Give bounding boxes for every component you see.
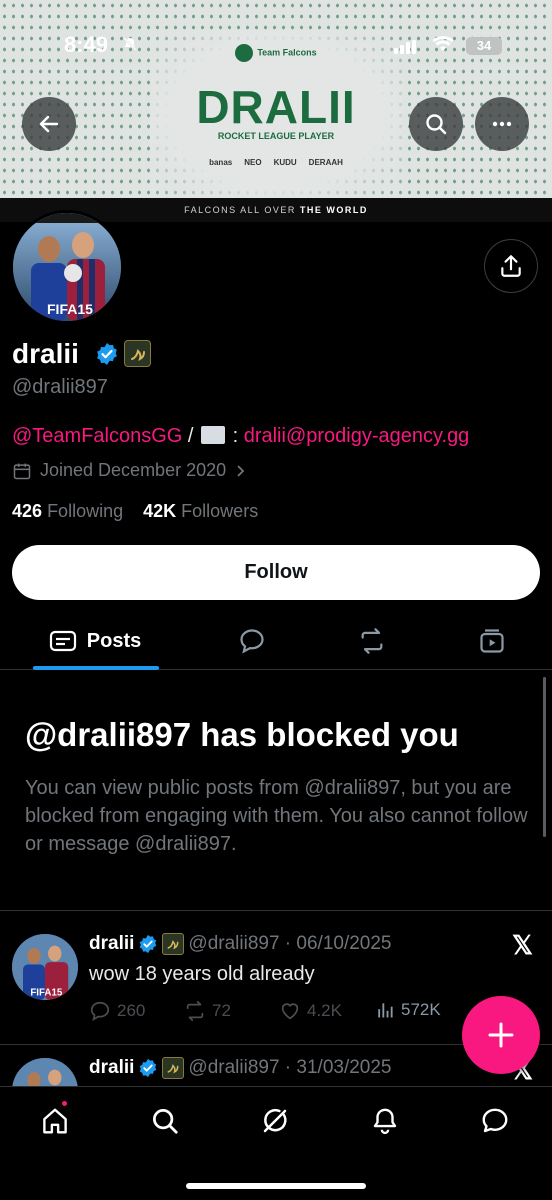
notification-dot (60, 1099, 69, 1108)
heart-icon (281, 1003, 299, 1020)
verified-badge-icon (140, 1058, 157, 1078)
divider (0, 910, 552, 911)
svg-text:FIFA15: FIFA15 (47, 301, 93, 317)
banner-role: ROCKET LEAGUE PLAYER (217, 131, 335, 141)
affiliate-falcon-badge-icon[interactable] (124, 340, 151, 367)
post-author-name[interactable]: dralii (89, 1057, 134, 1079)
joined-date[interactable]: Joined December 2020 (12, 460, 248, 481)
home-indicator-bar (186, 1183, 366, 1189)
status-time: 8:49 (64, 32, 109, 57)
reply-bubble-icon (240, 629, 264, 654)
nav-search[interactable] (145, 1101, 185, 1141)
more-dots-icon (492, 121, 512, 127)
tab-media[interactable] (462, 612, 522, 670)
reply-icon (90, 1001, 110, 1021)
views-action[interactable]: 572K (375, 1000, 441, 1020)
nav-grok[interactable] (255, 1101, 295, 1141)
banner-sponsors: banas NEO KUDU DERAAH (209, 158, 343, 167)
affiliate-falcon-badge-icon (162, 933, 185, 955)
video-tab-icon (480, 629, 504, 653)
active-tab-indicator (33, 666, 159, 670)
followers-count[interactable]: 42K Followers (143, 501, 258, 521)
banner-player-name: DRALII (196, 81, 356, 133)
post-header: dralii @dralii897 · 06/10/2025 (89, 933, 392, 955)
grok-icon (263, 1108, 287, 1133)
follow-counts: 426 Following 42K Followers (12, 501, 258, 522)
cellular-signal-icon (394, 40, 420, 54)
following-count[interactable]: 426 Following (12, 501, 123, 521)
profile-avatar[interactable]: FIFA15 (10, 210, 124, 324)
search-button[interactable] (409, 97, 463, 151)
repost-icon (361, 628, 383, 654)
affiliate-falcon-badge-icon (162, 1057, 185, 1079)
search-icon (153, 1109, 178, 1134)
blocked-title: @dralii897 has blocked you (25, 716, 459, 753)
reply-action[interactable]: 260 (89, 1000, 145, 1022)
profile-handle: @dralii897 (12, 376, 108, 398)
calendar-icon (13, 463, 31, 479)
post-handle-date: @dralii897 · 06/10/2025 (188, 933, 392, 954)
status-bar: 8:49 34 (0, 0, 552, 80)
plus-icon (488, 1022, 514, 1048)
svg-text:FIFA15: FIFA15 (30, 988, 63, 999)
scrollbar[interactable] (543, 677, 546, 837)
post-author-name[interactable]: dralii (89, 933, 134, 955)
nav-home[interactable] (35, 1101, 75, 1141)
post-handle-date: @dralii897 · 31/03/2025 (188, 1057, 392, 1078)
posts-tab-icon (49, 630, 76, 652)
profile-bio: @TeamFalconsGG / : dralii@prodigy-agency… (12, 425, 470, 447)
blocked-description: You can view public posts from @dralii89… (25, 777, 528, 855)
share-button[interactable] (484, 239, 538, 293)
tab-posts[interactable]: Posts (30, 612, 160, 670)
share-icon (501, 255, 521, 277)
bar-chart-icon (378, 1003, 393, 1018)
x-logo-icon: 𝕏 (512, 930, 533, 960)
post-text: wow 18 years old already (89, 963, 315, 985)
like-action[interactable]: 4.2K (279, 1000, 342, 1022)
message-bubble-icon (482, 1108, 508, 1133)
back-button[interactable] (22, 97, 76, 151)
repost-action[interactable]: 72 (184, 1000, 231, 1022)
wifi-icon (432, 36, 454, 57)
arrow-left-icon (39, 115, 59, 133)
post-header: dralii @dralii897 · 31/03/2025 (89, 1057, 392, 1079)
more-options-button[interactable] (475, 97, 529, 151)
tab-reposts[interactable] (342, 612, 402, 670)
search-icon (426, 114, 447, 135)
profile-display-name: dralii (12, 338, 79, 369)
home-icon (43, 1108, 67, 1134)
post-avatar[interactable]: FIFA15 (12, 934, 78, 1000)
verified-badge-icon (97, 343, 117, 365)
follow-button[interactable]: Follow (12, 545, 540, 600)
silent-bell-icon (122, 36, 138, 55)
bell-icon (373, 1108, 397, 1134)
nav-messages[interactable] (475, 1101, 515, 1141)
profile-tabs: Posts (0, 612, 552, 670)
bio-mention-link[interactable]: @TeamFalconsGG (12, 425, 182, 447)
envelope-emoji-icon (201, 426, 226, 444)
nav-notifications[interactable] (365, 1101, 405, 1141)
battery-indicator: 34 (466, 37, 502, 55)
verified-badge-icon (140, 934, 157, 954)
compose-post-button[interactable] (462, 996, 540, 1074)
repost-icon (186, 1000, 204, 1022)
chevron-right-icon (237, 464, 245, 477)
bio-email-link[interactable]: dralii@prodigy-agency.gg (244, 425, 470, 447)
tab-replies[interactable] (222, 612, 282, 670)
